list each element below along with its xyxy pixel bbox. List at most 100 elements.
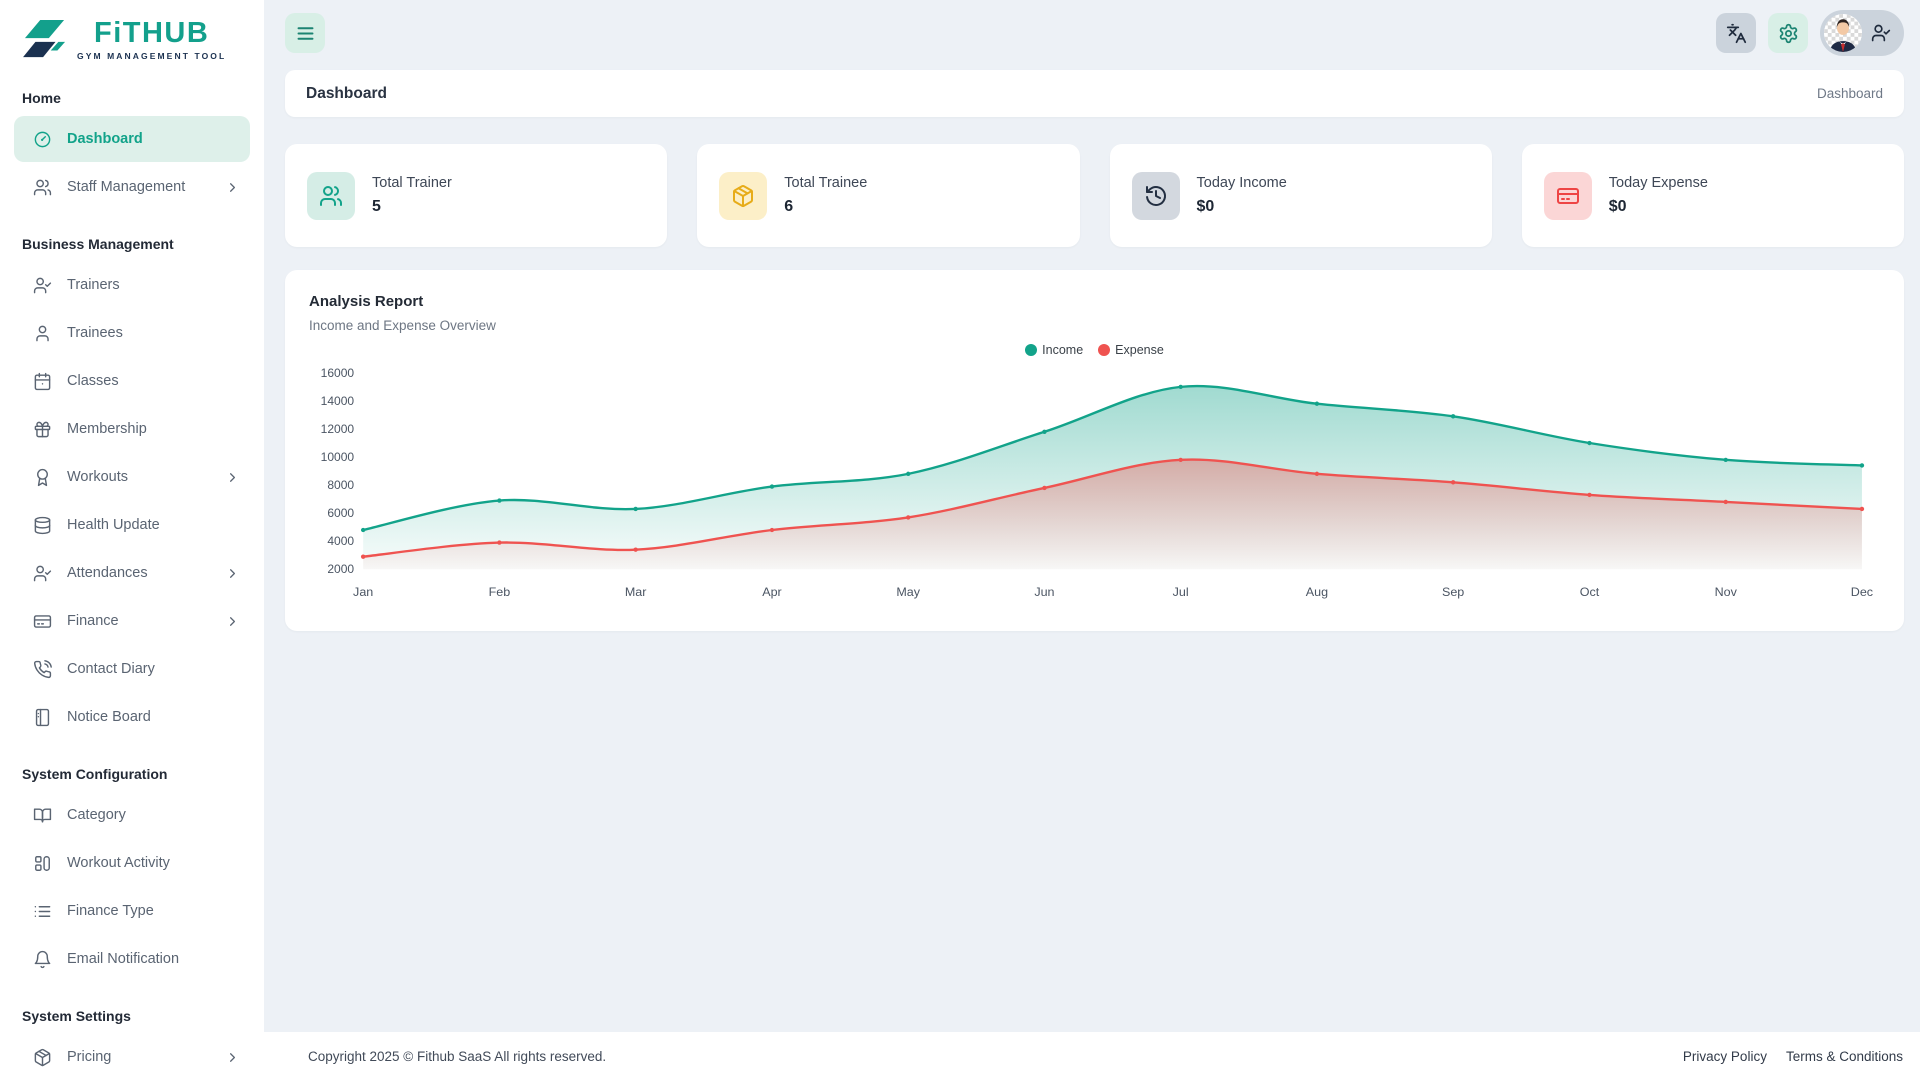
sidebar-item-trainers[interactable]: Trainers — [14, 262, 250, 308]
app-logo[interactable]: FiTHUB GYM MANAGEMENT TOOL — [0, 0, 264, 80]
database-icon — [33, 516, 52, 535]
user-icon — [33, 324, 52, 343]
sidebar-item-label: Email Notification — [67, 951, 180, 967]
nav-section-business-management: Business Management — [22, 236, 174, 252]
sidebar-item-finance-type[interactable]: Finance Type — [14, 888, 250, 934]
sidebar-item-workouts[interactable]: Workouts — [14, 454, 250, 500]
sidebar-item-attendances[interactable]: Attendances — [14, 550, 250, 596]
chevron-right-icon — [225, 566, 240, 581]
svg-text:Jul: Jul — [1173, 585, 1189, 599]
gauge-icon — [33, 130, 52, 149]
chevron-right-icon — [225, 1050, 240, 1065]
svg-text:Nov: Nov — [1715, 585, 1738, 599]
language-button[interactable] — [1716, 13, 1756, 53]
package-icon — [33, 1048, 52, 1067]
sidebar-item-staff-management[interactable]: Staff Management — [14, 164, 250, 210]
profile-menu-button[interactable] — [1820, 10, 1904, 56]
sidebar-item-contact-diary[interactable]: Contact Diary — [14, 646, 250, 692]
footer-link-privacy-policy[interactable]: Privacy Policy — [1683, 1049, 1767, 1064]
stat-label: Today Income — [1196, 175, 1287, 191]
credit-card-icon — [33, 612, 52, 631]
sidebar-item-finance[interactable]: Finance — [14, 598, 250, 644]
breadcrumb[interactable]: Dashboard — [1817, 86, 1883, 101]
sidebar-item-label: Workout Activity — [67, 855, 170, 871]
topbar-actions — [1716, 10, 1904, 56]
chart-title: Analysis Report — [309, 293, 424, 310]
income-expense-area-chart: 2000 4000 6000 8000 10000 12000 14000 16000 Jan F… — [321, 366, 1873, 599]
gift-icon — [33, 420, 52, 439]
user-check-icon — [33, 276, 52, 295]
sidebar-item-notice-board[interactable]: Notice Board — [14, 694, 250, 740]
stat-value: 5 — [372, 198, 381, 215]
credit-card-icon — [1543, 171, 1592, 220]
svg-text:Mar: Mar — [625, 585, 647, 599]
svg-text:Aug: Aug — [1306, 585, 1328, 599]
chevron-right-icon — [225, 470, 240, 485]
stat-value: $0 — [1196, 198, 1215, 215]
nav-section-home: Home — [22, 90, 61, 106]
analysis-report-card: Analysis Report Income and Expense Overv… — [285, 270, 1904, 631]
legend-item-expense[interactable]: Expense — [1098, 343, 1164, 357]
sidebar-item-health-update[interactable]: Health Update — [14, 502, 250, 548]
stat-label: Today Expense — [1608, 175, 1708, 191]
user-check-icon — [1871, 23, 1891, 43]
sidebar-item-pricing[interactable]: Pricing — [14, 1034, 250, 1080]
users-icon — [33, 178, 52, 197]
phone-call-icon — [33, 659, 52, 679]
avatar — [1824, 14, 1862, 52]
footer: Copyright 2025 © Fithub SaaS All rights … — [264, 1032, 1920, 1080]
brand-name: FiTHUB — [93, 17, 210, 49]
sidebar-item-email-notification[interactable]: Email Notification — [14, 936, 250, 982]
legend-item-income[interactable]: Income — [1025, 343, 1083, 357]
stat-card-total-trainee: Total Trainee 6 — [697, 144, 1080, 247]
sidebar-item-membership[interactable]: Membership — [14, 406, 250, 452]
sidebar-item-label: Trainers — [67, 277, 120, 293]
page-header-card: Dashboard Dashboard — [285, 70, 1904, 117]
sidebar-item-category[interactable]: Category — [14, 792, 250, 838]
footer-links: Privacy Policy Terms & Conditions — [1683, 1049, 1903, 1064]
bell-icon — [33, 950, 52, 969]
topbar — [264, 0, 1920, 66]
sidebar-item-label: Attendances — [67, 565, 148, 581]
languages-icon — [1726, 23, 1747, 44]
settings-icon — [1778, 23, 1799, 44]
sidebar-item-dashboard[interactable]: Dashboard — [14, 116, 250, 162]
chevron-right-icon — [225, 614, 240, 629]
svg-text:Jun: Jun — [1034, 585, 1054, 599]
svg-text:Dec: Dec — [1851, 585, 1873, 599]
legend-dot — [1025, 344, 1038, 356]
legend-label: Expense — [1115, 343, 1164, 357]
sidebar-item-label: Category — [67, 807, 126, 823]
legend-dot — [1098, 344, 1111, 356]
sidebar-item-label: Staff Management — [67, 179, 186, 195]
sidebar-item-trainees[interactable]: Trainees — [14, 310, 250, 356]
svg-text:14000: 14000 — [321, 394, 355, 408]
users-icon — [307, 171, 355, 220]
menu-toggle-button[interactable] — [285, 13, 325, 53]
stat-card-total-trainer: Total Trainer 5 — [285, 144, 668, 247]
sidebar-nav: Home Dashboard Staff Management Business Ma… — [0, 80, 264, 1080]
svg-text:12000: 12000 — [321, 422, 355, 436]
svg-text:Oct: Oct — [1580, 585, 1600, 599]
sidebar-item-workout-activity[interactable]: Workout Activity — [14, 840, 250, 886]
settings-button[interactable] — [1768, 13, 1808, 53]
package-icon — [719, 171, 768, 220]
chevron-right-icon — [225, 180, 240, 195]
page-title: Dashboard — [306, 84, 387, 102]
user-check-icon — [33, 564, 52, 583]
sidebar-item-label: Pricing — [67, 1049, 112, 1065]
sidebar-item-label: Finance — [67, 613, 119, 629]
award-icon — [33, 468, 52, 487]
sidebar-item-label: Contact Diary — [67, 661, 155, 677]
panels-icon — [33, 854, 52, 873]
chart-subtitle: Income and Expense Overview — [309, 318, 496, 333]
sidebar-item-label: Finance Type — [67, 903, 154, 919]
legend-label: Income — [1042, 343, 1084, 357]
stats-row: Total Trainer 5 Total Trainee 6 Today Income… — [285, 144, 1904, 247]
footer-link-terms-conditions[interactable]: Terms & Conditions — [1786, 1049, 1903, 1064]
chart-legend: Income Expense — [309, 343, 1880, 357]
brand-tagline: GYM MANAGEMENT TOOL — [77, 51, 227, 61]
sidebar-item-classes[interactable]: Classes — [14, 358, 250, 404]
svg-text:Jan: Jan — [353, 585, 373, 599]
content: Dashboard Dashboard Total Trainer 5 Total … — [264, 66, 1920, 1032]
